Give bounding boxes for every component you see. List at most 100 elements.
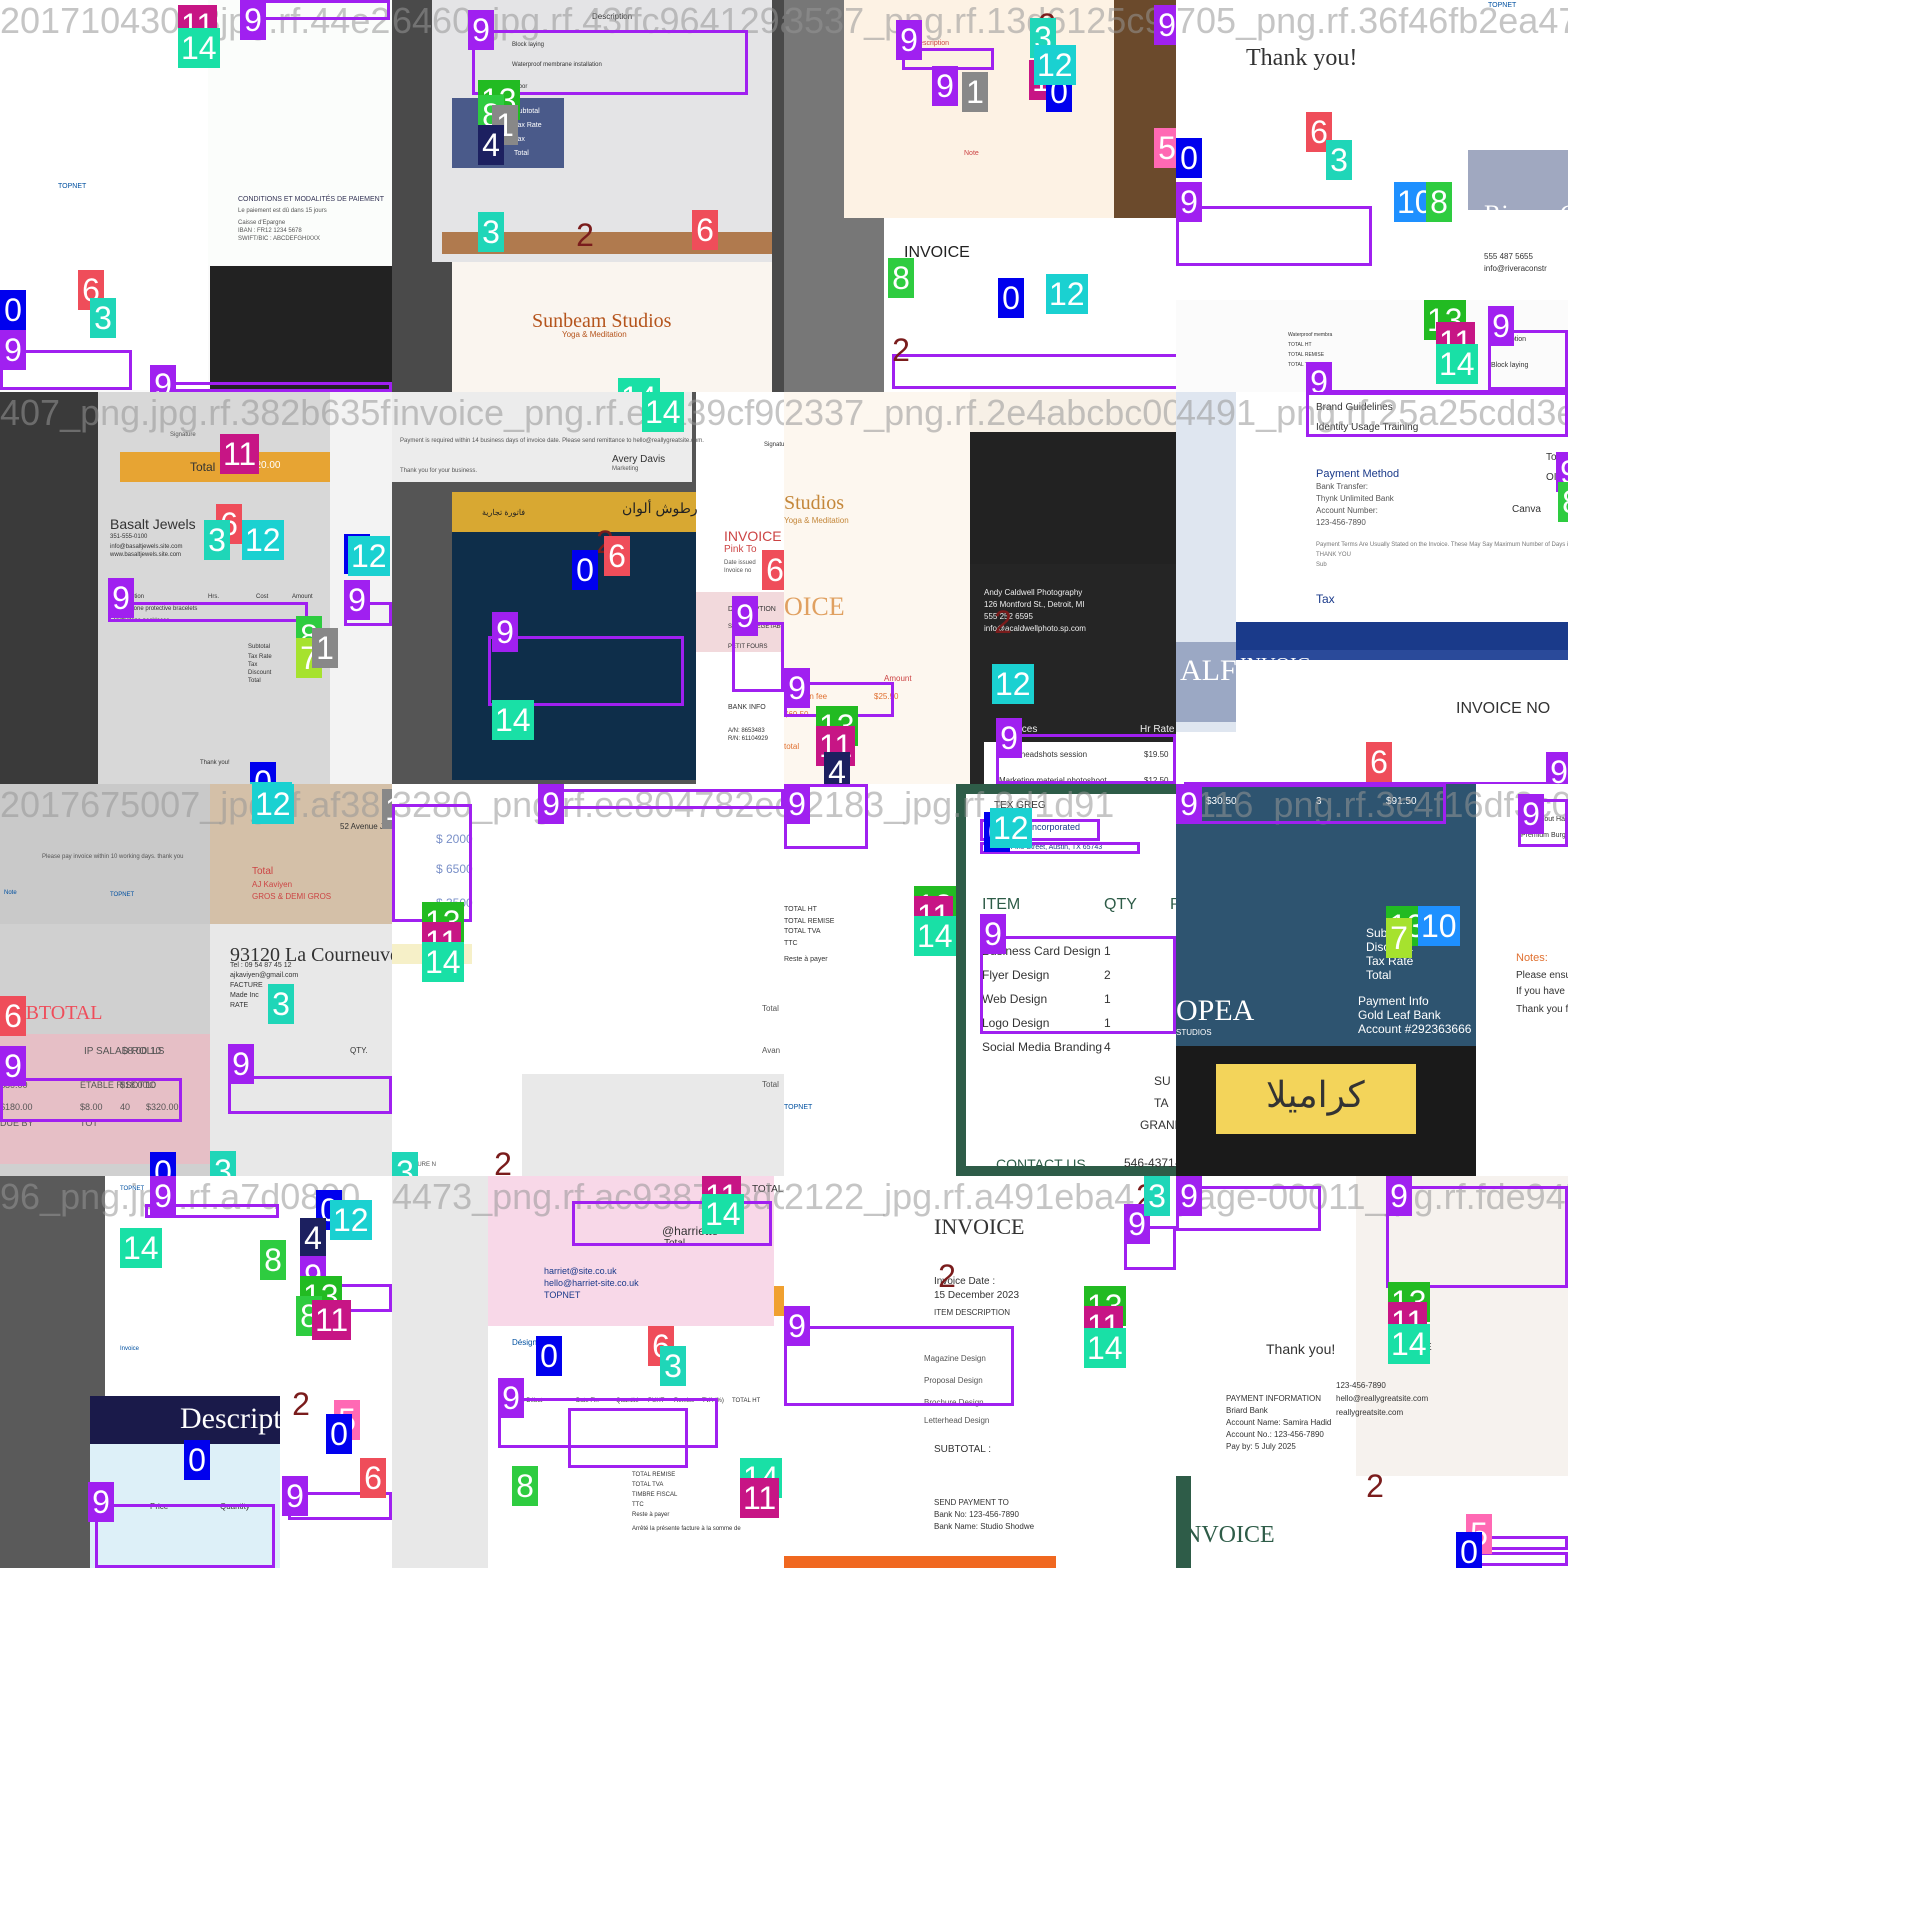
document-text: TOTAL REMISE — [632, 1472, 676, 1478]
document-region — [208, 0, 392, 265]
class-label: 8 — [1426, 182, 1452, 222]
document-text: Pay by: 5 July 2025 — [1226, 1442, 1296, 1451]
class-label: 14 — [492, 700, 534, 740]
class-label: 9 — [498, 1378, 524, 1418]
mosaic-tile: $30.503$91.50SubtotalDiscountTax RateTot… — [1176, 784, 1568, 1176]
class-label: 9 — [980, 914, 1006, 954]
document-text: TOPNET — [544, 1290, 581, 1300]
document-text: Social Media Branding — [982, 1040, 1103, 1054]
class-label: 6 — [762, 550, 784, 590]
document-text: TOPNET — [120, 1186, 145, 1192]
document-text: Pink To — [724, 544, 757, 555]
document-text: TOPNET — [784, 1104, 813, 1111]
class-label: 9 — [932, 66, 958, 106]
class-label: 0 — [998, 278, 1024, 318]
class-label: 12 — [348, 536, 390, 576]
document-text: 123-456-7890 — [1316, 518, 1366, 527]
class-label: 2 — [1366, 1468, 1384, 1504]
class-label: 4 — [824, 752, 850, 784]
class-label: 12 — [1034, 45, 1076, 85]
document-text: TOTAL — [752, 1184, 784, 1195]
document-text: TTC — [632, 1502, 644, 1508]
class-label: 9 — [150, 1176, 176, 1216]
document-text: Signature — [764, 442, 784, 448]
mosaic-tile: Payment is required within 14 business d… — [392, 392, 784, 784]
document-text: BANK INFO — [728, 704, 766, 711]
document-text: SUBTOTAL : — [934, 1444, 992, 1455]
document-region — [1391, 0, 1468, 100]
document-text: PAYMENT INFORMATION — [1226, 1394, 1321, 1403]
document-text: Yoga & Meditation — [784, 516, 849, 525]
class-label: 14 — [914, 916, 956, 956]
class-label: 2 — [292, 1386, 310, 1422]
document-text: Account No.: 123-456-7890 — [1226, 1430, 1324, 1439]
class-label: 8 — [888, 258, 914, 298]
class-label: 9 — [1488, 306, 1514, 346]
document-text: Gold Leaf Bank — [1358, 1008, 1441, 1022]
class-label: 12 — [330, 1200, 372, 1240]
document-text: A/N: 8653483 — [728, 728, 765, 734]
document-text: SEND PAYMENT TO — [934, 1498, 1009, 1507]
document-text: Thank you! — [1266, 1341, 1336, 1357]
document-text: 351-555-0100 — [110, 534, 148, 540]
class-label: 6 — [692, 210, 718, 250]
mosaic-tile: TOPNET Note Please pay invoice within 10 w… — [0, 784, 392, 1176]
document-text: TOTAL REMISE — [784, 918, 835, 925]
document-text: Sub — [1316, 562, 1327, 568]
class-label: 9 — [282, 1476, 308, 1516]
class-label: 2 — [892, 332, 910, 368]
document-text: QTY — [1104, 896, 1137, 913]
class-label: 9 — [1176, 182, 1202, 222]
document-text: Invoice no — [724, 568, 752, 574]
document-region — [1236, 622, 1568, 650]
document-text: Thank you! — [200, 760, 230, 766]
mosaic-tile: $ 2000$ 6500$ 3500TotalAvanTotalFACTURE … — [392, 784, 784, 1176]
document-text: IBAN : FR12 1234 5678 — [238, 228, 302, 234]
bounding-box — [1176, 206, 1372, 266]
class-label: 9 — [344, 580, 370, 620]
document-text: Briard Bank — [1226, 1406, 1268, 1415]
class-label: 0 — [250, 762, 276, 784]
class-label: 8 — [512, 1466, 538, 1506]
document-text: INVOICE — [1176, 1522, 1275, 1548]
class-label: 14 — [1388, 1324, 1430, 1364]
bounding-box — [538, 789, 784, 809]
class-label: 9 — [1518, 794, 1544, 834]
class-label: 3 — [210, 1151, 236, 1176]
document-text: Cost — [256, 594, 269, 600]
class-label: 0 — [326, 1414, 352, 1454]
document-text: TOTAL TVA — [632, 1482, 664, 1488]
class-label: 3 — [204, 520, 230, 560]
document-text: Tax Rate — [514, 122, 542, 129]
bounding-box — [784, 1326, 1014, 1406]
class-label: 3 — [90, 298, 116, 338]
document-text: Caisse d'Epargne — [238, 220, 286, 226]
class-label: 9 — [784, 1306, 810, 1346]
class-label: 9 — [88, 1482, 114, 1522]
bounding-box — [996, 734, 1176, 784]
document-text: Invoice — [120, 1346, 140, 1352]
document-text: Payment is required within 14 business d… — [400, 438, 704, 444]
class-label: 14 — [120, 1228, 162, 1268]
document-region — [522, 1074, 784, 1176]
document-text: reallygreatsite.com — [1336, 1408, 1404, 1417]
bounding-box — [498, 1398, 718, 1448]
document-text: If you have a — [1516, 986, 1568, 997]
document-text: Thank you! — [1246, 45, 1358, 71]
document-text: Bank Name: Studio Shodwe — [934, 1522, 1035, 1531]
document-region — [784, 392, 970, 784]
document-text: OPEA — [1176, 994, 1255, 1027]
class-label: 9 — [1154, 5, 1176, 45]
document-text: SU — [1154, 1074, 1171, 1088]
document-text: CONTACT US — [996, 1156, 1086, 1172]
document-text: AJ Kaviyen — [252, 880, 293, 889]
class-label: 4 — [300, 1218, 326, 1258]
document-text: Note — [964, 150, 979, 157]
document-text: فاتورة تجارية — [482, 508, 526, 517]
document-text: Marketing — [612, 466, 639, 472]
class-label: 3 — [478, 212, 504, 252]
class-label: 0 — [1176, 138, 1202, 178]
class-label: 12 — [242, 520, 284, 560]
class-label: 3 — [660, 1346, 686, 1386]
document-text: INVOICE NO — [1456, 700, 1551, 717]
